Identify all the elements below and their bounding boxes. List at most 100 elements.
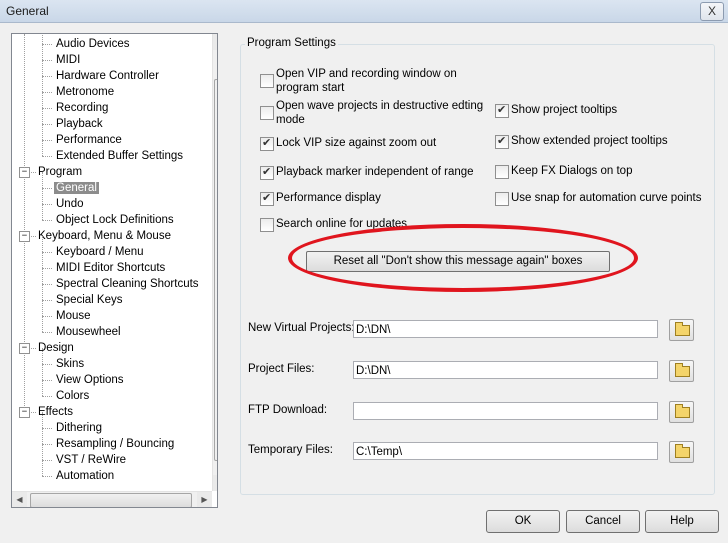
tree-item[interactable]: General [54, 180, 99, 196]
browse-folder-button[interactable] [669, 441, 694, 463]
tree-connector [42, 140, 52, 141]
scroll-up-arrow-icon[interactable]: ▲ [213, 34, 217, 50]
tree-connector [42, 412, 43, 428]
folder-icon [675, 404, 690, 418]
tree-item[interactable]: Audio Devices [54, 36, 132, 52]
tree-item[interactable]: Resampling / Bouncing [54, 436, 176, 452]
tree-connector [42, 460, 43, 476]
tree-item[interactable]: Program [36, 164, 84, 180]
tree-item[interactable]: Special Keys [54, 292, 124, 308]
cancel-button[interactable]: Cancel [566, 510, 640, 533]
option-checkbox[interactable] [260, 191, 274, 206]
tree-connector [42, 460, 52, 461]
tree-connector [42, 124, 52, 125]
tree-connector [42, 364, 43, 380]
tree-item[interactable]: Recording [54, 100, 110, 116]
option-label: Show extended project tooltips [511, 135, 668, 147]
tree-item[interactable]: Colors [54, 388, 91, 404]
option-checkbox[interactable] [260, 106, 274, 120]
tree-item-label: View Options [56, 374, 124, 386]
tree-connector [42, 252, 52, 253]
tree-item-label: Dithering [56, 422, 103, 434]
option-checkbox[interactable] [260, 74, 274, 88]
group-label: Program Settings [245, 37, 338, 49]
option-checkbox[interactable] [495, 192, 509, 206]
option-checkbox[interactable] [260, 165, 274, 180]
tree-connector [31, 348, 36, 349]
option-checkbox[interactable] [495, 165, 509, 179]
horizontal-scroll-thumb[interactable] [30, 493, 192, 507]
collapse-icon[interactable]: − [19, 167, 30, 178]
collapse-icon[interactable]: − [19, 407, 30, 418]
tree-item[interactable]: MIDI Editor Shortcuts [54, 260, 167, 276]
collapse-icon[interactable]: − [19, 231, 30, 242]
tree-connector [42, 236, 43, 252]
tree-connector [42, 348, 43, 364]
tree-item[interactable]: Keyboard / Menu [54, 244, 146, 260]
scroll-left-arrow-icon[interactable]: ◀ [12, 492, 27, 507]
path-input[interactable] [353, 402, 658, 420]
option-checkbox[interactable] [495, 134, 509, 149]
folder-icon [675, 363, 690, 377]
tree-item[interactable]: Spectral Cleaning Shortcuts [54, 276, 201, 292]
browse-folder-button[interactable] [669, 360, 694, 382]
option-label: Keep FX Dialogs on top [511, 165, 633, 177]
vertical-scroll-thumb[interactable] [214, 79, 217, 461]
tree-item[interactable]: VST / ReWire [54, 452, 128, 468]
tree-connector [42, 284, 52, 285]
tree-item[interactable]: Metronome [54, 84, 116, 100]
tree-item-label: Mousewheel [56, 326, 121, 338]
tree-connector [31, 236, 36, 237]
tree-connector [31, 172, 36, 173]
option-checkbox[interactable] [260, 136, 274, 151]
option-checkbox[interactable] [495, 103, 509, 118]
tree-item[interactable]: MIDI [54, 52, 82, 68]
tree-item-label: Extended Buffer Settings [56, 150, 184, 162]
browse-folder-button[interactable] [669, 319, 694, 341]
path-input[interactable]: D:\DN\ [353, 361, 658, 379]
collapse-icon[interactable]: − [19, 343, 30, 354]
tree-item[interactable]: Playback [54, 116, 105, 132]
path-label: Temporary Files: [248, 444, 333, 456]
ok-button[interactable]: OK [486, 510, 560, 533]
tree-item[interactable]: Mousewheel [54, 324, 123, 340]
tree-item[interactable]: Undo [54, 196, 86, 212]
tree-item-label: Performance [56, 134, 122, 146]
tree-item[interactable]: Automation [54, 468, 116, 484]
tree-connector [42, 188, 43, 204]
browse-folder-button[interactable] [669, 401, 694, 423]
scroll-right-arrow-icon[interactable]: ▶ [197, 492, 212, 507]
path-input[interactable]: D:\DN\ [353, 320, 658, 338]
tree-item[interactable]: Performance [54, 132, 124, 148]
path-label: FTP Download: [248, 404, 328, 416]
help-button[interactable]: Help [645, 510, 719, 533]
tree-connector [42, 284, 43, 300]
title-bar: General X [0, 0, 728, 23]
tree-horizontal-scrollbar[interactable]: ◀ ▶ [12, 491, 212, 507]
tree-connector [31, 412, 36, 413]
path-input[interactable]: C:\Temp\ [353, 442, 658, 460]
highlight-ellipse [288, 224, 638, 292]
tree-root-line [24, 34, 25, 412]
tree-item[interactable]: Dithering [54, 420, 104, 436]
tree-item-label: Recording [56, 102, 109, 114]
tree-item[interactable]: Skins [54, 356, 86, 372]
close-button[interactable]: X [700, 2, 724, 21]
tree-item[interactable]: View Options [54, 372, 126, 388]
settings-tree[interactable]: Audio Devices MIDI Hardware Controller Metr… [11, 33, 218, 508]
tree-item-label: Keyboard / Menu [56, 246, 144, 258]
tree-item[interactable]: Extended Buffer Settings [54, 148, 185, 164]
option-label: Use snap for automation curve points [511, 192, 702, 204]
folder-icon [675, 444, 690, 458]
tree-item[interactable]: Hardware Controller [54, 68, 161, 84]
tree-vertical-scrollbar[interactable]: ▲ ▼ [212, 34, 217, 491]
tree-item-label: Mouse [56, 310, 91, 322]
tree-item[interactable]: Mouse [54, 308, 93, 324]
tree-connector [42, 60, 43, 76]
tree-item[interactable]: Keyboard, Menu & Mouse [36, 228, 173, 244]
tree-item[interactable]: Object Lock Definitions [54, 212, 176, 228]
tree-connector [42, 204, 43, 220]
scroll-down-arrow-icon[interactable]: ▼ [213, 475, 217, 491]
tree-connector [42, 76, 52, 77]
option-checkbox[interactable] [260, 218, 274, 232]
